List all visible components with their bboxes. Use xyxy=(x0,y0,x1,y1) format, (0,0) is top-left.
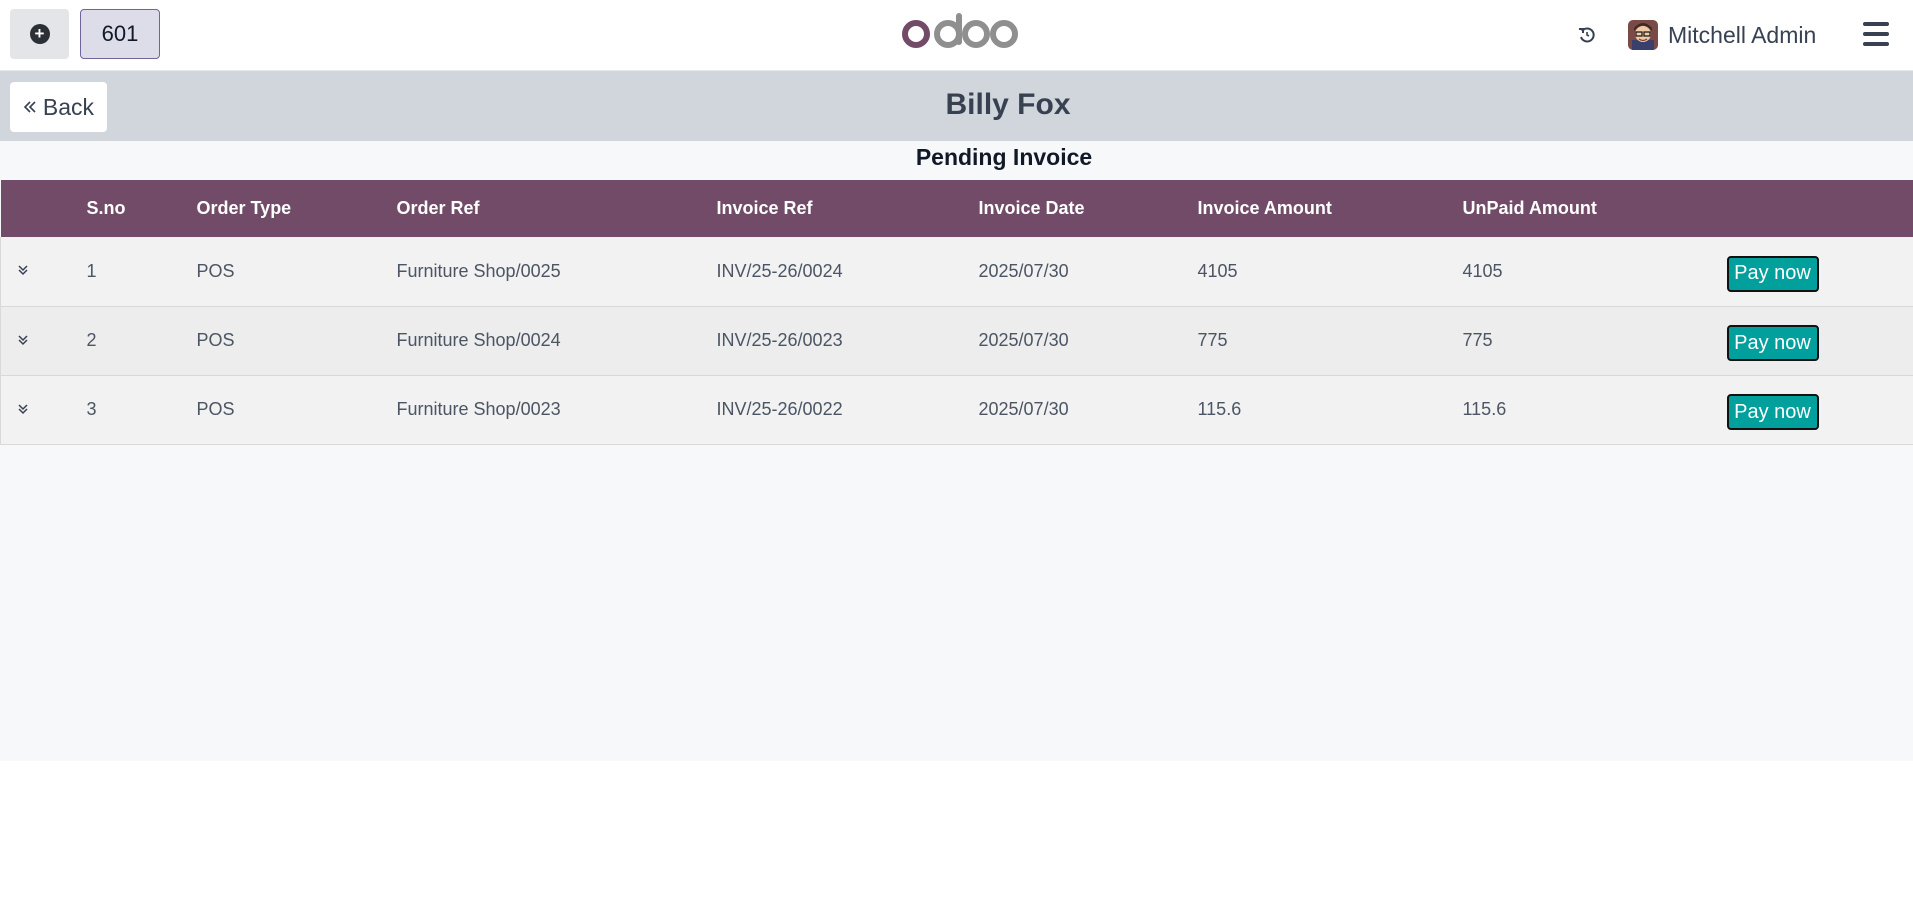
pending-invoice-panel: Pending Invoice S.no Order Type Order Re… xyxy=(0,141,1913,761)
expand-chevron-icon[interactable] xyxy=(1,306,87,375)
page-title: Billy Fox xyxy=(945,88,1071,121)
cell-order-type: POS xyxy=(196,260,235,281)
cell-invoice-ref: INV/25-26/0023 xyxy=(716,330,843,350)
column-header-invoice-amount: Invoice Amount xyxy=(1197,198,1332,218)
plus-circle-icon: + xyxy=(29,24,50,44)
pay-now-button[interactable]: Pay now xyxy=(1726,325,1819,361)
invoice-table: S.no Order Type Order Ref Invoice Ref In… xyxy=(0,180,1913,445)
table-row: 2 POS Furniture Shop/0024 INV/25-26/0023… xyxy=(0,306,1913,375)
odoo-logo xyxy=(902,13,1018,48)
cell-order-ref: Furniture Shop/0024 xyxy=(396,330,561,350)
cell-order-ref: Furniture Shop/0023 xyxy=(396,399,561,419)
back-label: Back xyxy=(42,93,95,120)
cell-sno: 3 xyxy=(86,399,97,419)
cell-unpaid-amount: 4105 xyxy=(1462,260,1503,281)
cell-sno: 1 xyxy=(86,260,97,281)
column-header-order-type: Order Type xyxy=(196,198,292,218)
cell-invoice-ref: INV/25-26/0022 xyxy=(716,399,843,419)
column-header-order-ref: Order Ref xyxy=(396,198,480,218)
cell-invoice-date: 2025/07/30 xyxy=(978,260,1069,281)
top-navbar: + 601 Mitchell Admin xyxy=(0,0,1913,71)
cell-sno: 2 xyxy=(86,330,97,350)
column-header-invoice-date: Invoice Date xyxy=(978,198,1085,218)
pay-now-button[interactable]: Pay now xyxy=(1726,394,1819,430)
cell-order-ref: Furniture Shop/0025 xyxy=(396,260,561,281)
cell-invoice-amount: 4105 xyxy=(1197,260,1238,281)
customer-header: Billy Fox Back xyxy=(0,71,1913,141)
expand-chevron-icon[interactable] xyxy=(1,375,87,444)
back-button[interactable]: Back xyxy=(10,82,107,132)
cell-invoice-amount: 775 xyxy=(1197,330,1228,350)
cell-invoice-date: 2025/07/30 xyxy=(978,330,1069,350)
add-order-button[interactable]: + xyxy=(10,9,69,59)
hamburger-menu-icon[interactable] xyxy=(1860,18,1892,50)
expand-chevron-icon[interactable] xyxy=(1,237,87,306)
table-header-row: S.no Order Type Order Ref Invoice Ref In… xyxy=(0,180,1913,237)
table-row: 3 POS Furniture Shop/0023 INV/25-26/0022… xyxy=(0,375,1913,444)
cell-unpaid-amount: 115.6 xyxy=(1462,399,1507,419)
table-row: 1 POS Furniture Shop/0025 INV/25-26/0024… xyxy=(0,237,1913,306)
avatar xyxy=(1628,20,1658,50)
pay-now-button[interactable]: Pay now xyxy=(1726,255,1819,292)
sync-icon[interactable] xyxy=(1574,20,1600,50)
double-chevron-left-icon xyxy=(23,101,36,113)
table-number-button[interactable]: 601 xyxy=(80,9,160,59)
column-header-sno: S.no xyxy=(86,198,126,218)
column-header-unpaid-amount: UnPaid Amount xyxy=(1462,198,1597,218)
cell-order-type: POS xyxy=(196,399,235,419)
column-header-invoice-ref: Invoice Ref xyxy=(716,198,813,218)
cell-invoice-amount: 115.6 xyxy=(1197,399,1242,419)
user-name: Mitchell Admin xyxy=(1668,21,1817,48)
cell-order-type: POS xyxy=(196,330,235,350)
cell-unpaid-amount: 775 xyxy=(1462,330,1493,350)
user-menu[interactable]: Mitchell Admin xyxy=(1628,17,1816,53)
section-title: Pending Invoice xyxy=(915,144,1093,170)
cell-invoice-ref: INV/25-26/0024 xyxy=(716,260,843,281)
cell-invoice-date: 2025/07/30 xyxy=(978,399,1069,419)
